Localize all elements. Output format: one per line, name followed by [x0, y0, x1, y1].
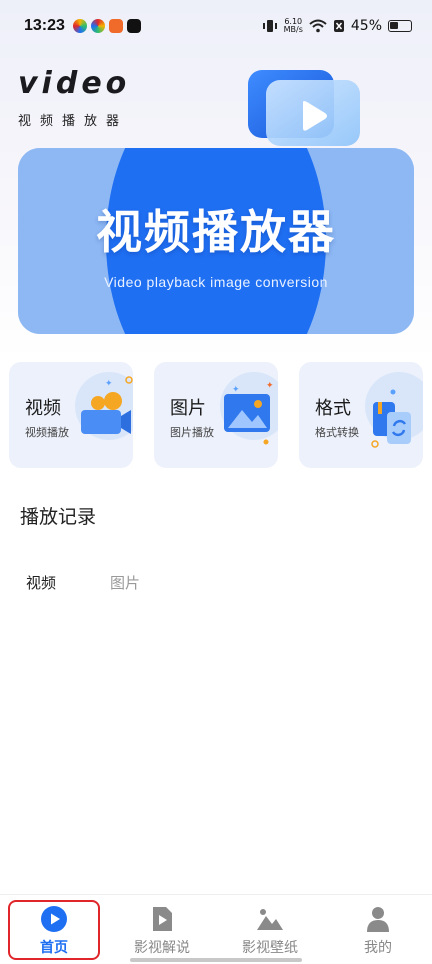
- brand-logo: video: [18, 66, 131, 101]
- network-speed-unit: MB/s: [283, 25, 303, 34]
- app-icon: [108, 19, 123, 33]
- brand-subtitle: 视频播放器: [18, 114, 129, 129]
- mountain-image-icon: [257, 909, 283, 930]
- svg-text:✦: ✦: [105, 379, 113, 389]
- history-tab-image[interactable]: 图片: [110, 572, 140, 593]
- card-title: 视频: [25, 398, 61, 419]
- card-title: 格式: [315, 398, 351, 419]
- vibrate-icon: [262, 20, 277, 32]
- svg-text:✦: ✦: [266, 381, 274, 391]
- status-bar: 13:23 6.10 MB/s 45%: [0, 0, 432, 52]
- nav-label: 影视壁纸: [242, 940, 298, 956]
- video-card[interactable]: 视频 视频播放 ✦: [9, 362, 133, 468]
- card-subtitle: 格式转换: [315, 426, 359, 439]
- banner-subtitle: Video playback image conversion: [104, 274, 328, 290]
- network-speed: 6.10 MB/s: [284, 18, 303, 34]
- app-icon: [90, 19, 105, 33]
- sim-icon: [333, 20, 344, 32]
- video-file-icon: [153, 907, 172, 931]
- user-icon: [367, 907, 389, 932]
- battery-icon: [388, 20, 412, 32]
- nav-label: 影视解说: [134, 940, 190, 956]
- history-tab-video[interactable]: 视频: [26, 572, 56, 593]
- notification-icons: [72, 19, 141, 33]
- home-indicator[interactable]: [130, 958, 302, 962]
- video-play-hero-icon: [248, 70, 360, 146]
- hero-banner[interactable]: 视频播放器 Video playback image conversion: [18, 148, 414, 334]
- svg-text:✦: ✦: [232, 385, 240, 395]
- nav-item-video-commentary[interactable]: 影视解说: [108, 895, 216, 964]
- format-convert-icon: [365, 372, 423, 448]
- card-title: 图片: [170, 398, 206, 419]
- format-card[interactable]: 格式 格式转换: [299, 362, 423, 468]
- nav-item-profile[interactable]: 我的: [324, 895, 432, 964]
- nav-item-wallpaper[interactable]: 影视壁纸: [216, 895, 324, 964]
- tiktok-icon: [126, 19, 141, 33]
- image-icon: ✦ ✦: [220, 372, 278, 445]
- status-time: 13:23: [24, 17, 65, 34]
- history-section-title: 播放记录: [20, 506, 97, 528]
- wifi-icon: [309, 19, 327, 33]
- battery-percent: 45%: [350, 18, 382, 34]
- app-icon: [72, 19, 87, 33]
- card-subtitle: 视频播放: [25, 426, 69, 439]
- card-subtitle: 图片播放: [170, 426, 214, 439]
- home-tab-highlight: [8, 900, 100, 960]
- nav-label: 我的: [364, 940, 392, 956]
- banner-title: 视频播放器: [96, 205, 336, 259]
- video-camera-icon: ✦: [75, 372, 133, 440]
- image-card[interactable]: 图片 图片播放 ✦ ✦: [154, 362, 278, 468]
